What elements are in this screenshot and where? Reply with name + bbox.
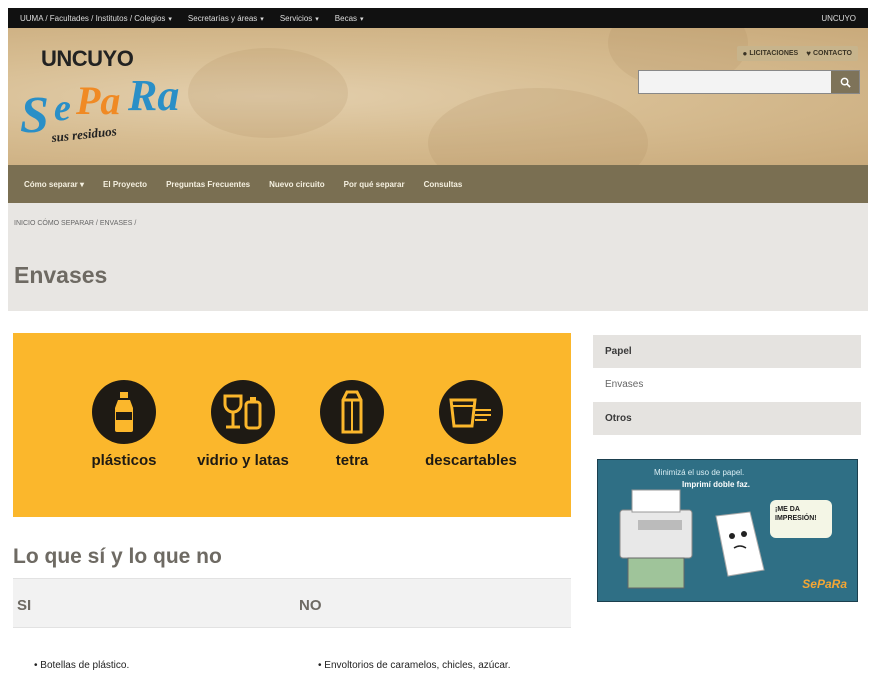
map-pin-icon: ♥ — [806, 49, 811, 58]
tetra-pack-icon — [341, 390, 363, 434]
paper-saving-ad[interactable]: Minimizá el uso de papel. Imprimí doble … — [597, 459, 858, 602]
logo-letter: Ra — [127, 71, 179, 120]
header-buttons: ● LICITACIONES ♥ CONTACTO — [736, 46, 858, 61]
main-navigation: Cómo separar ▾ El Proyecto Preguntas Fre… — [8, 165, 868, 203]
topbar-menu-label: Becas — [334, 13, 358, 23]
logo-letter: e — [54, 87, 71, 129]
chevron-down-icon: ▾ — [360, 15, 364, 23]
category-label: tetra — [335, 452, 369, 469]
sidebar-item-envases[interactable]: Envases — [593, 368, 861, 401]
search-input[interactable] — [639, 71, 831, 93]
button-label: CONTACTO — [812, 50, 852, 57]
topbar-menu-becas[interactable]: Becas ▾ — [335, 14, 364, 23]
list-item: • Envoltorios de caramelos, chicles, azú… — [318, 660, 511, 671]
bottle-icon — [115, 392, 133, 432]
topbar-menu-servicios[interactable]: Servicios ▾ — [280, 14, 319, 23]
category-label: vidrio y latas — [197, 452, 289, 469]
category-circle — [439, 380, 503, 444]
logo-letter: S — [20, 87, 49, 144]
logo-letter: Pa — [75, 78, 120, 123]
sidebar-item-otros[interactable]: Otros — [593, 402, 861, 435]
table-header: SI NO — [13, 578, 571, 628]
topbar-uncuyo-link[interactable]: UNCUYO — [821, 14, 856, 23]
category-circle — [211, 380, 275, 444]
nav-consultas[interactable]: Consultas — [424, 180, 463, 189]
section-title: Lo que sí y lo que no — [13, 545, 222, 568]
category-circle — [92, 380, 156, 444]
button-label: LICITACIONES — [749, 50, 799, 57]
category-descartables[interactable]: descartables — [411, 380, 531, 469]
top-utility-bar: UUMA / Facultades / Institutos / Colegio… — [8, 8, 868, 28]
category-plasticos[interactable]: plásticos — [64, 380, 184, 469]
site-header: UNCUYO S e Pa Ra sus residuos ● LICITACIO… — [8, 28, 868, 165]
category-vidrio-latas[interactable]: vidrio y latas — [183, 380, 303, 469]
topbar-menu-uuma[interactable]: UUMA / Facultades / Institutos / Colegio… — [20, 14, 172, 23]
column-header-no: NO — [299, 597, 322, 614]
list-item: • Botellas de plástico. — [34, 660, 130, 671]
category-label: plásticos — [91, 452, 157, 469]
disposable-cup-icon — [449, 398, 491, 428]
background-texture — [188, 48, 348, 138]
topbar-menu-label: UUMA / Facultades / Institutos / Colegio… — [20, 13, 166, 23]
nav-preguntas-frecuentes[interactable]: Preguntas Frecuentes — [166, 180, 250, 189]
glass-can-icon — [223, 394, 262, 430]
topbar-menu-label: Secretarías y áreas — [187, 13, 258, 23]
nav-como-separar[interactable]: Cómo separar ▾ — [24, 180, 84, 189]
contacto-button[interactable]: ♥ CONTACTO — [806, 49, 852, 58]
chevron-down-icon: ▾ — [315, 15, 319, 23]
search-button[interactable] — [831, 71, 859, 93]
column-header-si: SI — [17, 597, 32, 614]
chevron-down-icon: ▾ — [168, 15, 172, 23]
ad-logo: SePaRa — [802, 577, 847, 591]
chevron-down-icon: ▾ — [260, 15, 264, 23]
ad-speech-bubble: ¡ME DA IMPRESIÓN! — [770, 500, 832, 538]
category-circle — [320, 380, 384, 444]
nav-nuevo-circuito[interactable]: Nuevo circuito — [269, 180, 325, 189]
sidebar-item-papel[interactable]: Papel — [593, 335, 861, 368]
info-icon: ● — [742, 49, 748, 58]
category-banner: plásticos vidrio y latas tetra descartab… — [13, 333, 571, 517]
breadcrumb[interactable]: INICIO CÓMO SEPARAR / ENVASES / — [14, 220, 136, 227]
page-title: Envases — [14, 262, 108, 288]
category-tetra[interactable]: tetra — [292, 380, 412, 469]
page-title-bar: INICIO CÓMO SEPARAR / ENVASES / Envases — [8, 203, 868, 311]
list-item-text: Envoltorios de caramelos, chicles, azúca… — [324, 660, 511, 671]
licitaciones-button[interactable]: ● LICITACIONES — [743, 49, 799, 58]
separa-logo[interactable]: S e Pa Ra sus residuos — [18, 70, 188, 150]
background-texture — [428, 88, 648, 165]
search-bar — [638, 70, 860, 94]
topbar-menu-secretarias[interactable]: Secretarías y áreas ▾ — [188, 14, 264, 23]
nav-por-que-separar[interactable]: Por qué separar — [344, 180, 405, 189]
search-icon — [840, 77, 851, 88]
topbar-menu-label: Servicios — [279, 13, 313, 23]
nav-el-proyecto[interactable]: El Proyecto — [103, 180, 147, 189]
list-item-text: Botellas de plástico. — [40, 660, 130, 671]
uncuyo-brand[interactable]: UNCUYO — [41, 46, 134, 72]
category-label: descartables — [425, 452, 517, 469]
